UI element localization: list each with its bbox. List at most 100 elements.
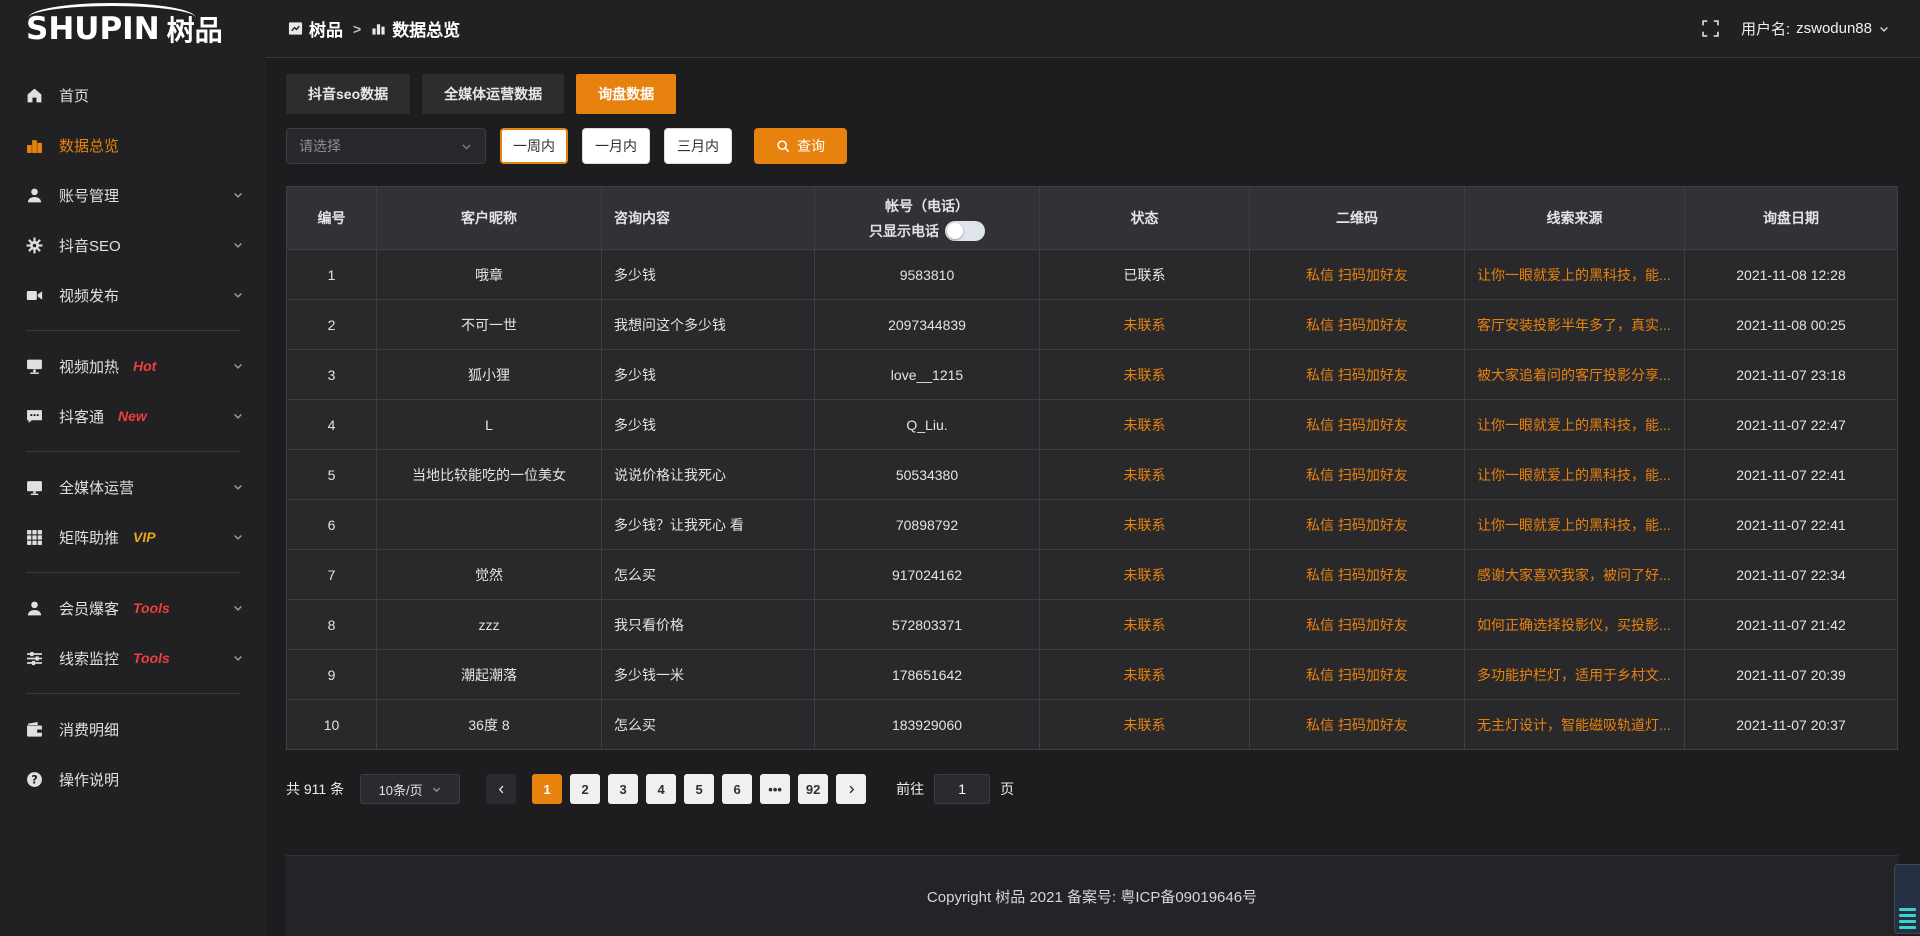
search-button[interactable]: 查询 (754, 128, 847, 164)
cell-account: 178651642 (815, 650, 1040, 699)
cell-id: 1 (287, 250, 377, 299)
chevron-right-icon (846, 784, 857, 795)
range-quarter-button[interactable]: 三月内 (664, 128, 732, 164)
cell-status: 未联系 (1040, 650, 1250, 699)
cell-status: 未联系 (1040, 300, 1250, 349)
cell-qrcode-link[interactable]: 私信 扫码加好友 (1250, 700, 1465, 749)
cell-qrcode-link[interactable]: 私信 扫码加好友 (1250, 550, 1465, 599)
cell-source-link[interactable]: 让你一眼就爱上的黑科技，能... (1465, 250, 1685, 299)
cell-nickname: L (377, 400, 602, 449)
cell-source-link[interactable]: 感谢大家喜欢我家，被问了好... (1465, 550, 1685, 599)
sidebar-item-consumption-details[interactable]: 消费明细 (0, 704, 266, 754)
sidebar-item-video-publish[interactable]: 视频发布 (0, 270, 266, 320)
sidebar-item-account-management[interactable]: 账号管理 (0, 170, 266, 220)
cell-qrcode-link[interactable]: 私信 扫码加好友 (1250, 250, 1465, 299)
user-icon (26, 187, 43, 204)
table-row: 4 L 多少钱 Q_Liu. 未联系 私信 扫码加好友 让你一眼就爱上的黑科技，… (287, 400, 1897, 450)
cell-source-link[interactable]: 无主灯设计，智能磁吸轨道灯... (1465, 700, 1685, 749)
table-row: 1 哦章 多少钱 9583810 已联系 私信 扫码加好友 让你一眼就爱上的黑科… (287, 250, 1897, 300)
page-button-4[interactable]: 4 (646, 774, 676, 804)
cell-content: 我想问这个多少钱 (602, 300, 815, 349)
sidebar-item-member-baoke[interactable]: 会员爆客 Tools (0, 583, 266, 633)
table-row: 8 zzz 我只看价格 572803371 未联系 私信 扫码加好友 如何正确选… (287, 600, 1897, 650)
sidebar-item-doukutong[interactable]: 抖客通 New (0, 391, 266, 441)
cell-qrcode-link[interactable]: 私信 扫码加好友 (1250, 450, 1465, 499)
page-button-5[interactable]: 5 (684, 774, 714, 804)
cell-account: love__1215 (815, 350, 1040, 399)
cell-id: 6 (287, 500, 377, 549)
sidebar-item-all-media-operation[interactable]: 全媒体运营 (0, 462, 266, 512)
screen-icon (26, 479, 43, 496)
cell-content: 多少钱 (602, 350, 815, 399)
page-button-1[interactable]: 1 (532, 774, 562, 804)
grid-icon (26, 529, 43, 546)
cell-content: 多少钱？让我死心 看 (602, 500, 815, 549)
cell-nickname: 潮起潮落 (377, 650, 602, 699)
sidebar-item-douyin-seo[interactable]: 抖音SEO (0, 220, 266, 270)
phone-only-toggle[interactable] (945, 221, 985, 241)
cell-source-link[interactable]: 客厅安装投影半年多了，真实... (1465, 300, 1685, 349)
chevron-left-icon (496, 784, 507, 795)
cell-source-link[interactable]: 被大家追着问的客厅投影分享... (1465, 350, 1685, 399)
footer: Copyright 树品 2021 备案号: 粤ICP备09019646号 (286, 855, 1898, 936)
cell-content: 多少钱一米 (602, 650, 815, 699)
cell-content: 怎么买 (602, 550, 815, 599)
cell-source-link[interactable]: 多功能护栏灯，适用于乡村文... (1465, 650, 1685, 699)
chevron-down-icon (1878, 23, 1890, 35)
page-ellipsis-button[interactable]: ••• (760, 774, 790, 804)
page-button-3[interactable]: 3 (608, 774, 638, 804)
cell-source-link[interactable]: 如何正确选择投影仪，买投影... (1465, 600, 1685, 649)
new-badge: New (118, 408, 147, 424)
cell-qrcode-link[interactable]: 私信 扫码加好友 (1250, 600, 1465, 649)
board-icon (288, 21, 303, 36)
sidebar-item-matrix-boost[interactable]: 矩阵助推 VIP (0, 512, 266, 562)
cell-qrcode-link[interactable]: 私信 扫码加好友 (1250, 300, 1465, 349)
sidebar-item-home[interactable]: 首页 (0, 70, 266, 120)
sidebar-item-video-heating[interactable]: 视频加热 Hot (0, 341, 266, 391)
monitor-icon (26, 358, 43, 375)
user-menu[interactable]: 用户名: zswodun88 (1741, 18, 1890, 39)
cell-qrcode-link[interactable]: 私信 扫码加好友 (1250, 500, 1465, 549)
breadcrumb-root[interactable]: 树品 (309, 16, 343, 41)
cell-date: 2021-11-07 21:42 (1685, 600, 1897, 649)
chevron-down-icon (431, 784, 442, 795)
chart-icon (26, 137, 43, 154)
username-label: 用户名: (1741, 18, 1790, 39)
page-button-92[interactable]: 92 (798, 774, 828, 804)
col-header-id: 编号 (287, 187, 377, 249)
cell-status: 已联系 (1040, 250, 1250, 299)
next-page-button[interactable] (836, 774, 866, 804)
sidebar-item-operation-guide[interactable]: ? 操作说明 (0, 754, 266, 804)
page-button-2[interactable]: 2 (570, 774, 600, 804)
range-month-button[interactable]: 一月内 (582, 128, 650, 164)
tab-inquiry-data[interactable]: 询盘数据 (576, 74, 676, 114)
top-header: 树品 > 数据总览 用户名: zswodun88 (266, 0, 1920, 58)
cell-nickname: 36度 8 (377, 700, 602, 749)
sidebar-item-data-overview[interactable]: 数据总览 (0, 120, 266, 170)
range-week-button[interactable]: 一周内 (500, 128, 568, 164)
total-count: 共 911 条 (286, 779, 344, 799)
tab-all-media-data[interactable]: 全媒体运营数据 (422, 74, 564, 114)
sidebar-item-lead-monitoring[interactable]: 线索监控 Tools (0, 633, 266, 683)
goto-label: 前往 (896, 779, 924, 799)
cell-source-link[interactable]: 让你一眼就爱上的黑科技，能... (1465, 500, 1685, 549)
app-logo[interactable]: SHUPIN 树品 (0, 0, 266, 58)
inquiry-table: 编号 客户昵称 咨询内容 帐号（电话） 只显示电话 状态 二维码 线索来源 询盘… (286, 186, 1898, 750)
cell-source-link[interactable]: 让你一眼就爱上的黑科技，能... (1465, 400, 1685, 449)
filter-select[interactable]: 请选择 (286, 128, 486, 164)
tab-douyin-seo-data[interactable]: 抖音seo数据 (286, 74, 410, 114)
cell-source-link[interactable]: 让你一眼就爱上的黑科技，能... (1465, 450, 1685, 499)
prev-page-button[interactable] (486, 774, 516, 804)
cell-qrcode-link[interactable]: 私信 扫码加好友 (1250, 400, 1465, 449)
cell-date: 2021-11-07 22:41 (1685, 500, 1897, 549)
chevron-down-icon (232, 602, 244, 614)
table-header-row: 编号 客户昵称 咨询内容 帐号（电话） 只显示电话 状态 二维码 线索来源 询盘… (287, 187, 1897, 250)
floating-widget[interactable] (1894, 864, 1920, 934)
fullscreen-icon[interactable] (1702, 20, 1719, 37)
page-size-select[interactable]: 10条/页 (360, 774, 460, 804)
goto-page-input[interactable] (934, 774, 990, 804)
menu-divider (26, 572, 240, 573)
cell-qrcode-link[interactable]: 私信 扫码加好友 (1250, 650, 1465, 699)
page-button-6[interactable]: 6 (722, 774, 752, 804)
cell-qrcode-link[interactable]: 私信 扫码加好友 (1250, 350, 1465, 399)
